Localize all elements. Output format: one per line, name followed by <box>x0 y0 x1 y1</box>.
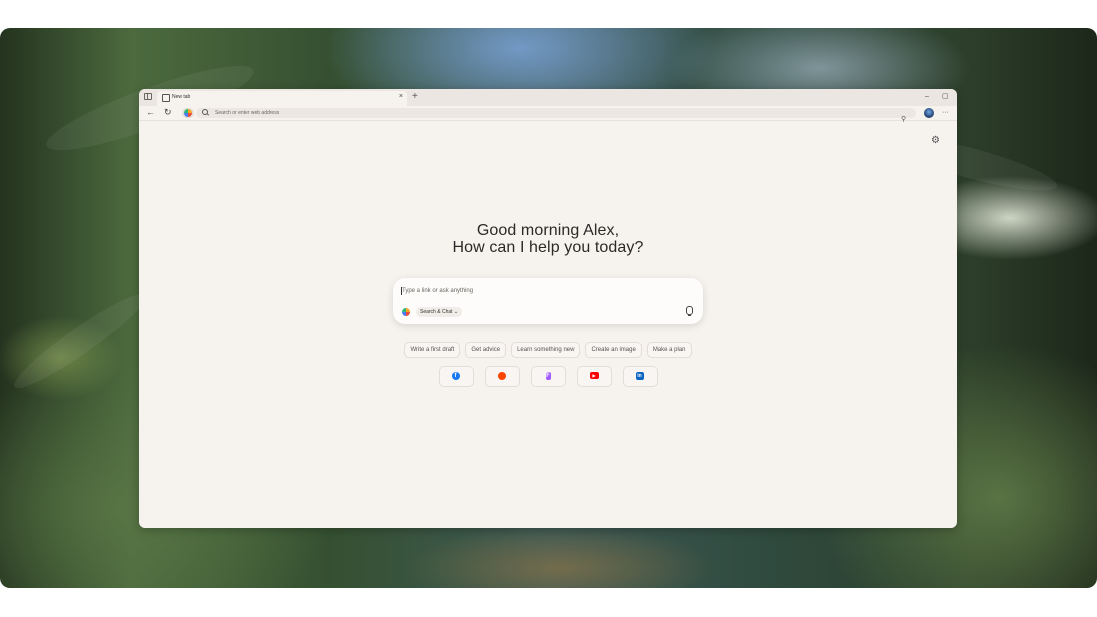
chat-composer[interactable]: Type a link or ask anything Search & Cha… <box>393 278 703 324</box>
extension-icon: ⚲ <box>901 116 907 123</box>
address-bar[interactable]: Search or enter web address <box>196 108 916 118</box>
linkedin-icon: in <box>635 372 644 380</box>
browser-toolbar: ← ↻ Search or enter web address ⚲ ··· <box>139 106 957 123</box>
shortcut-facebook[interactable]: f <box>438 366 474 387</box>
sidebar-toggle-icon[interactable] <box>144 93 152 100</box>
chip-create-image[interactable]: Create an image <box>585 342 642 358</box>
greeting-line-2: How can I help you today? <box>452 239 644 256</box>
copilot-icon <box>184 109 192 117</box>
greeting-line-1: Good morning Alex, <box>476 222 620 239</box>
tab-new-tab[interactable]: New tab × <box>157 91 407 106</box>
search-chat-mode-select[interactable]: Search & Chat ⌄ <box>416 307 463 317</box>
chip-make-plan[interactable]: Make a plan <box>646 342 692 358</box>
restore-button[interactable]: ▢ <box>942 92 949 101</box>
new-tab-button[interactable]: + <box>412 91 418 102</box>
shortcut-figma[interactable]: F <box>530 366 566 387</box>
shortcut-reddit[interactable] <box>484 366 520 387</box>
tab-page-icon <box>162 94 170 102</box>
profile-button[interactable] <box>924 108 934 118</box>
tab-title: New tab <box>172 94 191 100</box>
reddit-icon <box>497 372 506 380</box>
minimize-button[interactable]: – <box>925 92 929 101</box>
tab-strip: New tab × + – ▢ <box>139 89 957 106</box>
mode-label: Search & Chat <box>420 309 453 315</box>
suggestion-chips: Write a first draft Get advice Learn somet… <box>139 342 957 358</box>
shortcut-tiles: f F ▶ in <box>139 366 957 387</box>
chip-write-first-draft[interactable]: Write a first draft <box>404 342 461 358</box>
refresh-button[interactable]: ↻ <box>164 107 172 118</box>
avatar <box>924 108 934 118</box>
more-menu-button[interactable]: ··· <box>942 108 949 118</box>
extensions-button[interactable]: ⚲ <box>901 108 906 126</box>
chevron-down-icon: ⌄ <box>453 309 459 315</box>
youtube-icon: ▶ <box>589 372 599 379</box>
composer-input[interactable]: Type a link or ask anything <box>402 287 473 295</box>
gear-icon[interactable]: ⚙ <box>931 136 940 146</box>
facebook-icon: f <box>451 372 460 380</box>
chip-learn-something-new[interactable]: Learn something new <box>511 342 581 358</box>
microphone-icon[interactable] <box>686 306 693 316</box>
figma-icon: F <box>545 372 551 380</box>
browser-window: New tab × + – ▢ ← ↻ Search or enter web … <box>139 89 957 528</box>
chip-get-advice[interactable]: Get advice <box>465 342 507 358</box>
address-placeholder: Search or enter web address <box>215 110 280 116</box>
tab-close-icon[interactable]: × <box>399 93 403 101</box>
copilot-button[interactable] <box>182 108 194 118</box>
back-button[interactable]: ← <box>146 107 155 118</box>
search-icon <box>202 109 208 115</box>
copilot-mode-icon <box>402 308 410 316</box>
shortcut-linkedin[interactable]: in <box>622 366 658 387</box>
shortcut-youtube[interactable]: ▶ <box>576 366 612 387</box>
